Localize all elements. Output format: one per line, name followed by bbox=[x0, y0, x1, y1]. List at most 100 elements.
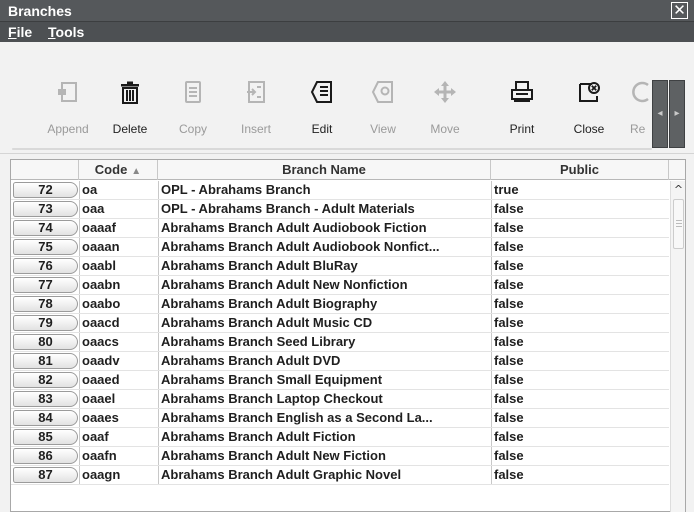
public-cell: false bbox=[491, 428, 669, 446]
row-number: 78 bbox=[13, 296, 78, 312]
refresh-label: Re bbox=[630, 122, 646, 136]
insert-icon bbox=[247, 81, 265, 103]
menu-tools[interactable]: Tools bbox=[48, 24, 84, 40]
code-cell: oaabl bbox=[79, 257, 157, 275]
code-cell: oaacd bbox=[79, 314, 157, 332]
delete-button[interactable]: Delete bbox=[100, 76, 160, 146]
move-icon bbox=[434, 81, 456, 103]
print-icon bbox=[511, 81, 533, 102]
scroll-up-icon[interactable]: ^ bbox=[671, 183, 686, 197]
branch-name-cell: Abrahams Branch Adult Audiobook Nonfict.… bbox=[158, 238, 491, 256]
copy-icon bbox=[185, 81, 201, 103]
public-cell: false bbox=[491, 200, 669, 218]
table-row[interactable]: 83 oaael Abrahams Branch Laptop Checkout fa… bbox=[11, 390, 669, 409]
refresh-icon bbox=[632, 81, 649, 103]
code-cell: oaabo bbox=[79, 295, 157, 313]
code-cell: oaaes bbox=[79, 409, 157, 427]
append-button[interactable]: Append bbox=[38, 76, 98, 146]
public-cell: false bbox=[491, 276, 669, 294]
scroll-thumb[interactable] bbox=[673, 199, 684, 249]
table-row[interactable]: 75 oaaan Abrahams Branch Adult Audiobook N… bbox=[11, 238, 669, 257]
window-close-icon[interactable]: ✕ bbox=[671, 2, 688, 19]
table-row[interactable]: 73 oaa OPL - Abrahams Branch - Adult Mater… bbox=[11, 200, 669, 219]
title-bar: Branches ✕ bbox=[0, 0, 694, 22]
branch-name-cell: Abrahams Branch English as a Second La..… bbox=[158, 409, 491, 427]
public-cell: false bbox=[491, 295, 669, 313]
sort-ascending-icon: ▲ bbox=[131, 166, 142, 177]
row-number: 85 bbox=[13, 429, 78, 445]
table-row[interactable]: 80 oaacs Abrahams Branch Seed Library false bbox=[11, 333, 669, 352]
table-row[interactable]: 87 oaagn Abrahams Branch Adult Graphic Nov… bbox=[11, 466, 669, 485]
edit-button[interactable]: Edit bbox=[292, 76, 352, 146]
table-row[interactable]: 77 oaabn Abrahams Branch Adult New Nonfict… bbox=[11, 276, 669, 295]
code-cell: oaael bbox=[79, 390, 157, 408]
print-button[interactable]: Print bbox=[492, 76, 552, 146]
toolbar-scroll-left-icon[interactable]: ◂ bbox=[652, 80, 668, 148]
row-number: 84 bbox=[13, 410, 78, 426]
row-number: 72 bbox=[13, 182, 78, 198]
menu-file-accel: F bbox=[8, 24, 17, 40]
branch-name-column-header[interactable]: Branch Name bbox=[158, 160, 491, 180]
table-row[interactable]: 79 oaacd Abrahams Branch Adult Music CD fal… bbox=[11, 314, 669, 333]
menu-file[interactable]: File bbox=[8, 24, 32, 40]
view-button[interactable]: View bbox=[353, 76, 413, 146]
close-button[interactable]: Close bbox=[559, 76, 619, 146]
move-button[interactable]: Move bbox=[415, 76, 475, 146]
public-cell: false bbox=[491, 333, 669, 351]
menu-tools-rest: ools bbox=[55, 24, 85, 40]
edit-label: Edit bbox=[311, 122, 333, 136]
public-cell: false bbox=[491, 466, 669, 484]
code-cell: oaagn bbox=[79, 466, 157, 484]
menu-file-rest: ile bbox=[16, 24, 33, 40]
close-doc-icon bbox=[579, 82, 600, 102]
print-label: Print bbox=[509, 122, 535, 136]
insert-button[interactable]: Insert bbox=[226, 76, 286, 146]
rownum-header bbox=[11, 160, 79, 180]
row-number: 86 bbox=[13, 448, 78, 464]
table-row[interactable]: 81 oaadv Abrahams Branch Adult DVD false bbox=[11, 352, 669, 371]
toolbar-scroll-right-icon[interactable]: ▸ bbox=[669, 80, 685, 148]
public-cell: false bbox=[491, 314, 669, 332]
code-cell: oaaaf bbox=[79, 219, 157, 237]
public-cell: false bbox=[491, 238, 669, 256]
row-number: 82 bbox=[13, 372, 78, 388]
table-row[interactable]: 82 oaaed Abrahams Branch Small Equipment fa… bbox=[11, 371, 669, 390]
public-column-header[interactable]: Public bbox=[491, 160, 669, 180]
table-row[interactable]: 76 oaabl Abrahams Branch Adult BluRay false bbox=[11, 257, 669, 276]
table-row[interactable]: 86 oaafn Abrahams Branch Adult New Fiction… bbox=[11, 447, 669, 466]
insert-label: Insert bbox=[240, 122, 271, 136]
branch-name-cell: Abrahams Branch Adult BluRay bbox=[158, 257, 491, 275]
row-number: 80 bbox=[13, 334, 78, 350]
branch-name-cell: Abrahams Branch Adult Fiction bbox=[158, 428, 491, 446]
refresh-button[interactable]: Re bbox=[617, 76, 651, 146]
public-cell: false bbox=[491, 352, 669, 370]
branch-name-cell: Abrahams Branch Adult New Nonfiction bbox=[158, 276, 491, 294]
public-cell: false bbox=[491, 390, 669, 408]
code-column-header[interactable]: Code ▲ bbox=[79, 160, 158, 180]
move-label: Move bbox=[430, 122, 460, 136]
branch-name-cell: Abrahams Branch Laptop Checkout bbox=[158, 390, 491, 408]
public-cell: false bbox=[491, 257, 669, 275]
vertical-scrollbar[interactable]: ^ bbox=[670, 181, 685, 512]
toolbar: Append Delete Copy Insert Edit View Move… bbox=[0, 68, 694, 154]
row-number: 75 bbox=[13, 239, 78, 255]
code-cell: oaabn bbox=[79, 276, 157, 294]
code-cell: oaaed bbox=[79, 371, 157, 389]
table-row[interactable]: 78 oaabo Abrahams Branch Adult Biography fa… bbox=[11, 295, 669, 314]
copy-label: Copy bbox=[178, 122, 207, 136]
code-cell: oaadv bbox=[79, 352, 157, 370]
code-cell: oaa bbox=[79, 200, 157, 218]
window-title: Branches bbox=[8, 3, 72, 19]
copy-button[interactable]: Copy bbox=[163, 76, 223, 146]
table-row[interactable]: 85 oaaf Abrahams Branch Adult Fiction false bbox=[11, 428, 669, 447]
table-body: 72 oa OPL - Abrahams Branch true 73 oaa OPL - … bbox=[11, 181, 669, 485]
delete-label: Delete bbox=[112, 122, 148, 136]
branch-name-cell: Abrahams Branch Adult DVD bbox=[158, 352, 491, 370]
edit-icon bbox=[310, 81, 332, 103]
code-cell: oaaan bbox=[79, 238, 157, 256]
close-label: Close bbox=[573, 122, 605, 136]
table-row[interactable]: 72 oa OPL - Abrahams Branch true bbox=[11, 181, 669, 200]
table-row[interactable]: 74 oaaaf Abrahams Branch Adult Audiobook F… bbox=[11, 219, 669, 238]
branch-name-cell: OPL - Abrahams Branch bbox=[158, 181, 491, 199]
table-row[interactable]: 84 oaaes Abrahams Branch English as a Seco… bbox=[11, 409, 669, 428]
